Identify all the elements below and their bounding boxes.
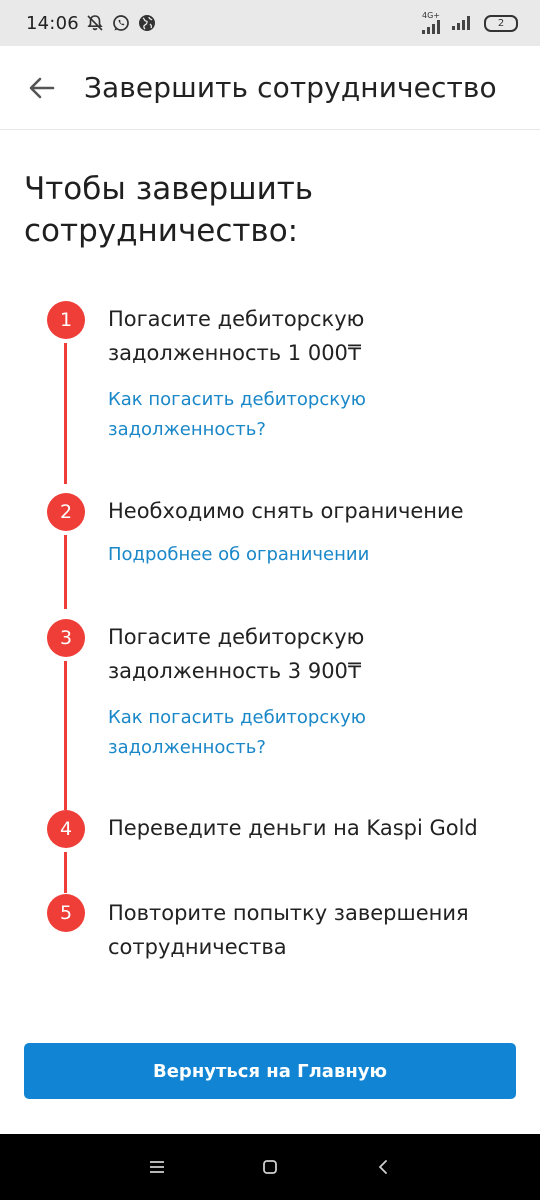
step-number-badge: 5 — [47, 894, 85, 932]
globe-icon — [138, 15, 155, 31]
step-connector — [64, 343, 67, 484]
mute-notifications-icon — [87, 15, 103, 31]
step-number-badge: 1 — [47, 301, 85, 339]
menu-button[interactable] — [137, 1147, 177, 1187]
step-help-link[interactable]: Как погасить дебиторскую задолженность? — [108, 385, 508, 445]
status-right: 4G+ 2 — [422, 12, 518, 34]
step-text: Погасите дебиторскую задолженность 1 000… — [108, 307, 365, 365]
step-connector — [64, 852, 67, 893]
step-connector — [64, 661, 67, 810]
page-title: Завершить сотрудничество — [84, 71, 497, 104]
step-connector — [64, 535, 67, 609]
network-type-label: 4G+ — [422, 11, 440, 20]
step-help-link[interactable]: Как погасить дебиторскую задолженность? — [108, 703, 508, 763]
step-help-link[interactable]: Подробнее об ограничении — [108, 540, 508, 570]
home-icon — [263, 1160, 277, 1174]
return-home-button[interactable]: Вернуться на Главную — [24, 1043, 516, 1099]
status-bar: 14:06 4G+ 2 — [0, 0, 540, 46]
instructions-heading: Чтобы завершить сотрудничество: — [24, 171, 314, 249]
system-nav-bar — [0, 1134, 540, 1200]
status-left: 14:06 — [26, 13, 157, 34]
signal-bars-icon — [452, 16, 470, 30]
step-number-badge: 4 — [47, 810, 85, 848]
battery-icon: 2 — [484, 14, 518, 32]
home-button[interactable] — [250, 1147, 290, 1187]
step-number-badge: 3 — [47, 619, 85, 657]
step-text: Необходимо снять ограничение — [108, 499, 464, 523]
signal-bars-icon — [422, 20, 440, 34]
step-text: Погасите дебиторскую задолженность 3 900… — [108, 625, 365, 683]
arrow-left-icon — [29, 77, 55, 98]
status-time: 14:06 — [26, 12, 79, 34]
app-bar: Завершить сотрудничество — [0, 46, 540, 130]
whatsapp-icon — [113, 15, 129, 31]
step-text: Повторите попытку завершения сотрудничес… — [108, 901, 469, 959]
step-text: Переведите деньги на Kaspi Gold — [108, 816, 478, 840]
back-button[interactable] — [22, 68, 62, 108]
back-icon — [379, 1160, 388, 1174]
system-back-button[interactable] — [363, 1147, 403, 1187]
step-number-badge: 2 — [47, 493, 85, 531]
menu-icon — [149, 1161, 164, 1173]
signal-sim1: 4G+ — [422, 12, 440, 34]
